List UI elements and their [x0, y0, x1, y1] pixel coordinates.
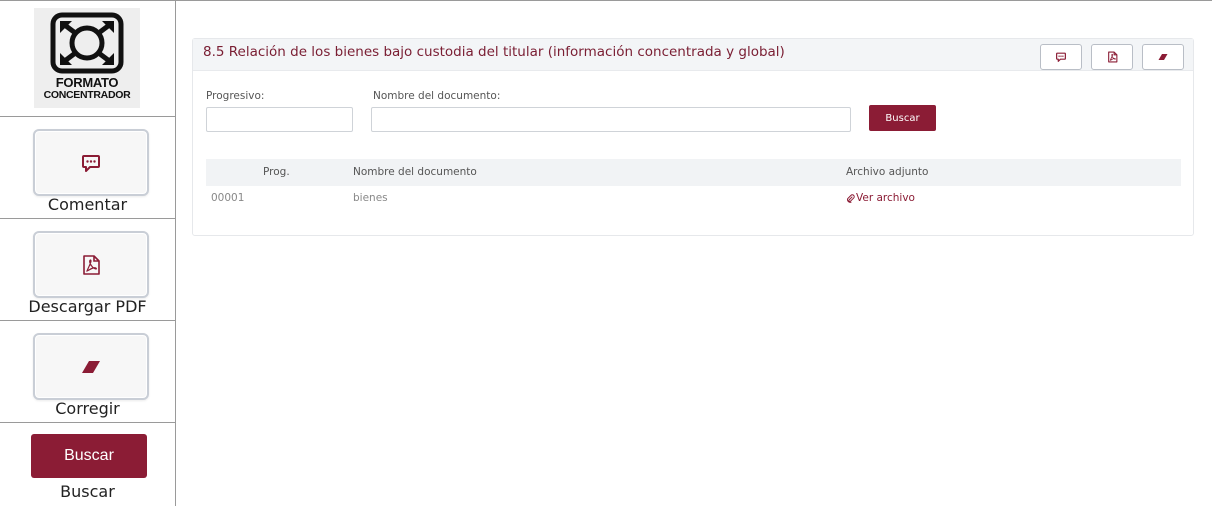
legend-caption-comentar: Comentar: [47, 195, 128, 214]
legend-search-button[interactable]: Buscar: [31, 434, 147, 478]
logo-line-1: FORMATO: [55, 75, 119, 90]
legend-item-comentar: Comentar: [0, 117, 175, 219]
cell-prog: 00001: [211, 192, 245, 204]
eraser-icon: [82, 360, 100, 373]
column-header-archivo: Archivo adjunto: [846, 166, 929, 178]
download-pdf-button[interactable]: [1091, 44, 1133, 70]
comment-button[interactable]: [1040, 44, 1082, 70]
pdf-icon: [1107, 51, 1117, 63]
progresivo-input[interactable]: [206, 107, 353, 132]
legend-caption-corregir: Corregir: [55, 399, 120, 418]
column-header-nombre: Nombre del documento: [353, 166, 477, 178]
logo-line-2: CONCENTRADOR: [43, 89, 131, 101]
comment-icon: [1056, 52, 1066, 62]
nombre-documento-label: Nombre del documento:: [373, 90, 501, 102]
table-row: 00001 bienes Ver archivo: [206, 187, 1181, 211]
ver-archivo-label: Ver archivo: [856, 192, 915, 204]
top-divider: [176, 0, 1212, 1]
legend-item-descargar-pdf: Descargar PDF: [0, 219, 175, 321]
legend-comment-button[interactable]: [33, 129, 149, 196]
section-title: 8.5 Relación de los bienes bajo custodia…: [203, 44, 785, 60]
paperclip-icon: [847, 193, 855, 203]
pdf-icon: [83, 254, 100, 275]
formato-concentrador-logo: FORMATO CONCENTRADOR: [34, 8, 140, 108]
nombre-documento-input[interactable]: [371, 107, 851, 132]
correct-button[interactable]: [1142, 44, 1184, 70]
column-header-prog: Prog.: [263, 166, 290, 178]
legend-panel: FORMATO CONCENTRADOR Comentar Descargar …: [0, 0, 176, 506]
progresivo-label: Progresivo:: [206, 90, 265, 102]
concentrator-icon: [50, 12, 124, 74]
search-button[interactable]: Buscar: [869, 105, 936, 131]
legend-caption-descargar-pdf: Descargar PDF: [28, 297, 147, 316]
cell-nombre: bienes: [353, 192, 388, 204]
section-card: 8.5 Relación de los bienes bajo custodia…: [192, 38, 1194, 236]
legend-item-corregir: Corregir: [0, 321, 175, 423]
legend-pdf-button[interactable]: [33, 231, 149, 298]
legend-eraser-button[interactable]: [33, 333, 149, 400]
legend-caption-buscar: Buscar: [60, 482, 115, 501]
table-header: Prog. Nombre del documento Archivo adjun…: [206, 159, 1181, 186]
legend-logo-cell: FORMATO CONCENTRADOR: [0, 1, 175, 117]
card-header: 8.5 Relación de los bienes bajo custodia…: [193, 39, 1193, 71]
ver-archivo-link[interactable]: Ver archivo: [846, 192, 915, 204]
legend-item-buscar: Buscar Buscar: [0, 423, 175, 506]
comment-icon: [82, 154, 100, 172]
eraser-icon: [1158, 54, 1168, 60]
